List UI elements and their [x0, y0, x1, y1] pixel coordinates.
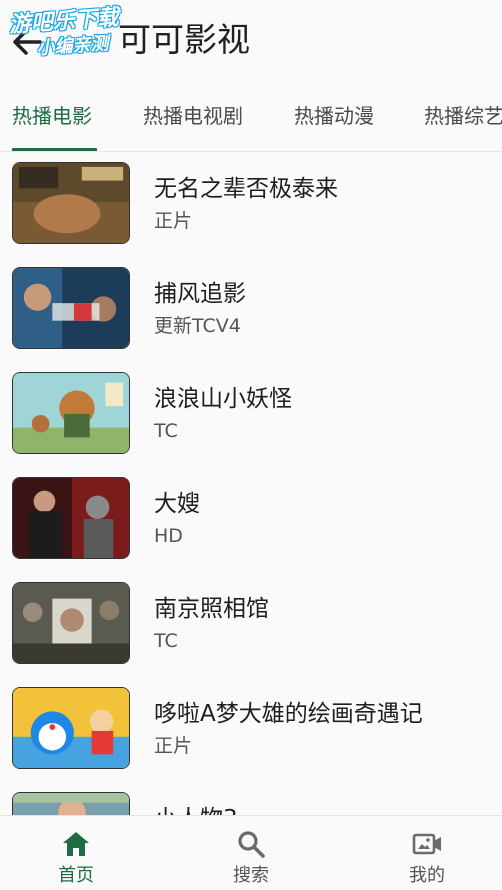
list-item[interactable]: 小人物3 — [0, 782, 502, 815]
movie-poster — [12, 582, 130, 664]
movie-list: 无名之辈否极泰来 正片 捕风追影 更新TCV4 浪浪山小妖怪 TC 大嫂 HD … — [0, 152, 502, 815]
movie-status: 正片 — [154, 210, 193, 232]
list-item[interactable]: 南京照相馆 TC — [0, 572, 502, 677]
movie-poster — [12, 162, 130, 244]
video-camera-icon — [412, 833, 441, 855]
movie-title: 无名之辈否极泰来 — [154, 176, 338, 202]
nav-home-label: 首页 — [58, 865, 94, 886]
movie-poster — [12, 267, 130, 349]
tab-hot-anime[interactable]: 热播动漫 — [294, 102, 374, 130]
app-root: 可可影视 游吧乐下载 小编亲测 热播电影 热播电视剧 热播动漫 热播综艺 无名之… — [0, 0, 502, 890]
movie-poster — [12, 687, 130, 769]
movie-status: HD — [154, 525, 183, 547]
app-header: 可可影视 游吧乐下载 小编亲测 — [0, 0, 502, 84]
movie-title: 浪浪山小妖怪 — [154, 386, 292, 412]
list-item[interactable]: 无名之辈否极泰来 正片 — [0, 152, 502, 257]
nav-home[interactable]: 首页 — [16, 816, 136, 890]
movie-title: 哆啦A梦大雄的绘画奇遇记 — [154, 701, 423, 727]
movie-title: 大嫂 — [154, 491, 200, 517]
watermark-logo: 游吧乐下载 小编亲测 — [4, 3, 158, 73]
movie-status: TC — [154, 420, 178, 442]
category-tabs: 热播电影 热播电视剧 热播动漫 热播综艺 — [0, 84, 502, 152]
nav-search-label: 搜索 — [233, 865, 269, 886]
movie-title: 小人物3 — [154, 804, 238, 815]
home-icon — [63, 832, 89, 856]
list-item[interactable]: 浪浪山小妖怪 TC — [0, 362, 502, 467]
tab-hot-movies[interactable]: 热播电影 — [12, 102, 92, 130]
movie-status: 正片 — [154, 735, 193, 757]
movie-status: 更新TCV4 — [154, 315, 241, 337]
nav-mine[interactable]: 我的 — [367, 816, 487, 890]
bottom-navigation: 首页 搜索 我的 — [0, 815, 502, 890]
search-icon — [238, 831, 265, 858]
list-item[interactable]: 捕风追影 更新TCV4 — [0, 257, 502, 362]
list-item[interactable]: 大嫂 HD — [0, 467, 502, 572]
nav-mine-label: 我的 — [409, 865, 445, 886]
nav-search[interactable]: 搜索 — [191, 816, 311, 890]
movie-poster — [12, 792, 130, 815]
movie-poster — [12, 372, 130, 454]
tab-hot-tv-series[interactable]: 热播电视剧 — [143, 102, 243, 130]
list-item[interactable]: 哆啦A梦大雄的绘画奇遇记 正片 — [0, 677, 502, 782]
movie-status: TC — [154, 630, 178, 652]
movie-poster — [12, 477, 130, 559]
movie-title: 捕风追影 — [154, 281, 246, 307]
movie-title: 南京照相馆 — [154, 596, 269, 622]
tab-hot-variety[interactable]: 热播综艺 — [424, 102, 502, 130]
